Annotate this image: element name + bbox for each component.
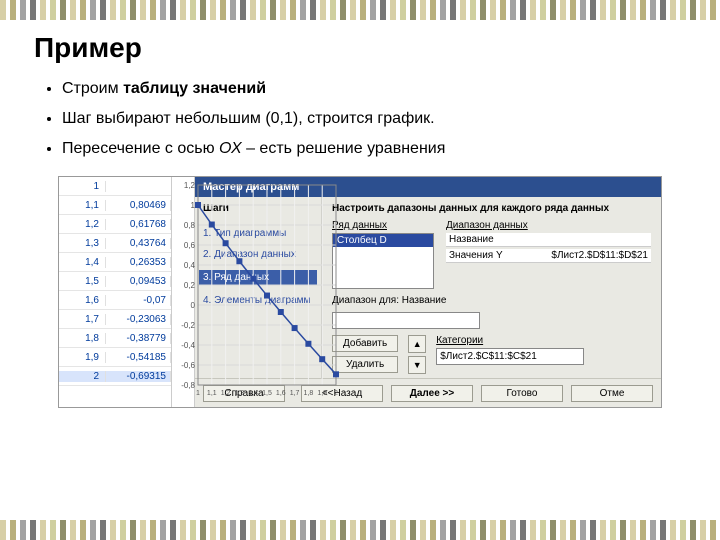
decorative-strip-top <box>0 0 720 20</box>
bullet-item: Пересечение с осью ОХ – есть решение ура… <box>62 136 688 162</box>
series-listbox[interactable]: Столбец D <box>332 233 434 289</box>
svg-text:-0,6: -0,6 <box>181 361 195 370</box>
svg-text:1,2: 1,2 <box>184 181 196 190</box>
sheet-row: 1,7-0,23063 <box>59 310 171 329</box>
svg-text:1,9: 1,9 <box>317 390 327 397</box>
next-button[interactable]: Далее >> <box>391 385 473 402</box>
sheet-row: 1,10,80469 <box>59 196 171 215</box>
page-title: Пример <box>34 32 688 64</box>
series-label: Ряд данных <box>332 220 434 231</box>
cancel-button[interactable]: Отме <box>571 385 653 402</box>
svg-text:1,6: 1,6 <box>276 390 286 397</box>
range-for-label: Диапазон для: Название <box>332 295 651 306</box>
example-panel: 11,10,804691,20,617681,30,437641,40,2635… <box>58 176 662 408</box>
svg-text:1,3: 1,3 <box>235 390 245 397</box>
sheet-row: 1,30,43764 <box>59 234 171 253</box>
data-ranges-label: Диапазон данных <box>446 220 651 231</box>
sheet-row: 1 <box>59 177 171 196</box>
bullet-item: Шаг выбирают небольшим (0,1), строится г… <box>62 106 688 132</box>
data-ranges-table[interactable]: Название Значения Y$Лист2.$D$11:$D$21 <box>446 233 651 289</box>
svg-text:1: 1 <box>191 201 196 210</box>
bullet-list: Строим таблицу значений Шаг выбирают небо… <box>62 76 688 162</box>
arrow-down-icon[interactable]: ▼ <box>408 356 426 374</box>
sheet-row: 2-0,69315 <box>59 367 171 386</box>
sheet-row: 1,40,26353 <box>59 253 171 272</box>
sheet-row: 1,20,61768 <box>59 215 171 234</box>
decorative-strip-bottom <box>0 520 720 540</box>
finish-button[interactable]: Готово <box>481 385 563 402</box>
arrow-up-icon[interactable]: ▲ <box>408 335 426 353</box>
sheet-row: 1,6-0,07 <box>59 291 171 310</box>
chart: -0,8-0,6-0,4-0,200,20,40,60,811,211,11,2… <box>172 177 195 407</box>
spreadsheet: 11,10,804691,20,617681,30,437641,40,2635… <box>59 177 172 407</box>
svg-text:0: 0 <box>191 301 196 310</box>
categories-input[interactable]: $Лист2.$C$11:$C$21 <box>436 348 584 365</box>
sheet-row: 1,50,09453 <box>59 272 171 291</box>
series-item[interactable]: Столбец D <box>333 234 433 247</box>
sheet-row: 1,9-0,54185 <box>59 348 171 367</box>
sheet-row: 1,8-0,38779 <box>59 329 171 348</box>
svg-text:2: 2 <box>334 390 338 397</box>
svg-text:1,5: 1,5 <box>262 390 272 397</box>
svg-text:1,1: 1,1 <box>207 390 217 397</box>
data-range-row[interactable]: Значения Y$Лист2.$D$11:$D$21 <box>446 249 651 263</box>
config-header: Настроить дапазоны данных для каждого ря… <box>332 203 651 214</box>
range-for-input[interactable] <box>332 312 480 329</box>
categories-label: Категории <box>436 335 651 346</box>
svg-text:-0,4: -0,4 <box>181 341 195 350</box>
data-range-row[interactable]: Название <box>446 233 651 247</box>
svg-text:0,2: 0,2 <box>184 281 196 290</box>
svg-text:1,2: 1,2 <box>221 390 231 397</box>
svg-text:1,8: 1,8 <box>304 390 314 397</box>
svg-text:0,4: 0,4 <box>184 261 196 270</box>
reorder-arrows: ▲ ▼ <box>408 335 426 374</box>
svg-text:0,6: 0,6 <box>184 241 196 250</box>
svg-text:1,4: 1,4 <box>248 390 258 397</box>
bullet-item: Строим таблицу значений <box>62 76 688 102</box>
svg-text:1: 1 <box>196 390 200 397</box>
svg-text:0,8: 0,8 <box>184 221 196 230</box>
svg-text:1,7: 1,7 <box>290 390 300 397</box>
svg-text:-0,8: -0,8 <box>181 381 195 390</box>
svg-text:-0,2: -0,2 <box>181 321 195 330</box>
